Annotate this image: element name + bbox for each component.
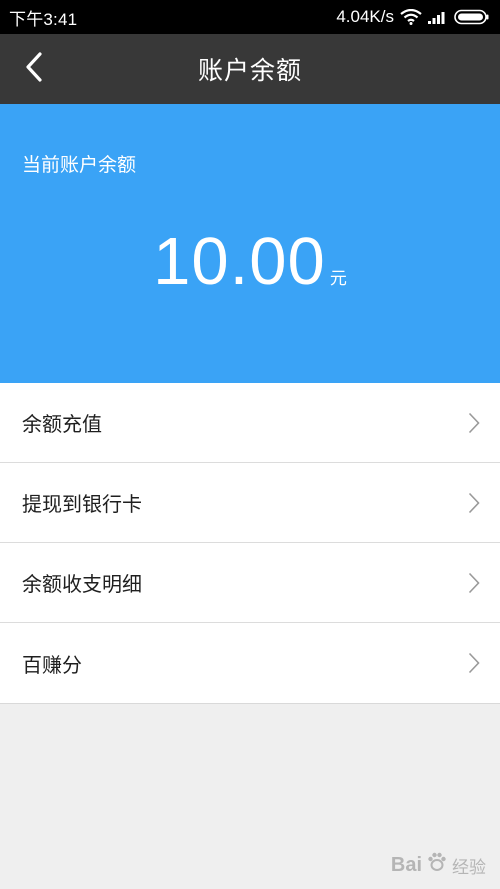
balance-card: 当前账户余额 10.00 元: [0, 104, 500, 383]
balance-label: 当前账户余额: [22, 154, 137, 176]
balance-unit: 元: [329, 269, 347, 289]
menu-item-recharge[interactable]: 余额充值: [0, 383, 500, 463]
chevron-right-icon: [468, 412, 480, 434]
back-arrow-icon: [24, 51, 44, 87]
menu-item-points[interactable]: 百赚分: [0, 623, 500, 703]
menu-item-label: 余额充值: [22, 412, 102, 436]
watermark-brand: Bai: [390, 853, 422, 876]
menu-item-label: 提现到银行卡: [22, 492, 142, 516]
menu-item-withdraw[interactable]: 提现到银行卡: [0, 463, 500, 543]
nav-bar: 账户余额: [0, 34, 500, 104]
status-bar: 下午3:41 4.04K/s: [0, 0, 500, 34]
network-speed: 4.04K/s: [336, 7, 394, 26]
paw-icon: [426, 851, 448, 879]
watermark: Bai 经验: [391, 851, 486, 879]
chevron-right-icon: [468, 652, 480, 674]
chevron-right-icon: [468, 572, 480, 594]
balance-amount-group: 10.00 元: [0, 222, 500, 302]
menu-item-transactions[interactable]: 余额收支明细: [0, 543, 500, 623]
back-button[interactable]: [14, 49, 54, 89]
menu-item-label: 百赚分: [22, 652, 82, 677]
watermark-sub: 经验: [452, 857, 486, 877]
menu-item-label: 余额收支明细: [22, 572, 142, 596]
balance-amount: 10.00: [153, 224, 326, 299]
status-indicators: 4.04K/s: [336, 7, 490, 27]
battery-icon: [454, 9, 490, 25]
wifi-icon: [400, 9, 422, 25]
page-title: 账户余额: [197, 56, 302, 85]
status-time: 下午3:41: [9, 9, 78, 29]
menu-list: 余额充值 提现到银行卡 余额收支明细 百赚分: [0, 383, 500, 704]
chevron-right-icon: [468, 492, 480, 514]
signal-icon: [428, 10, 448, 24]
